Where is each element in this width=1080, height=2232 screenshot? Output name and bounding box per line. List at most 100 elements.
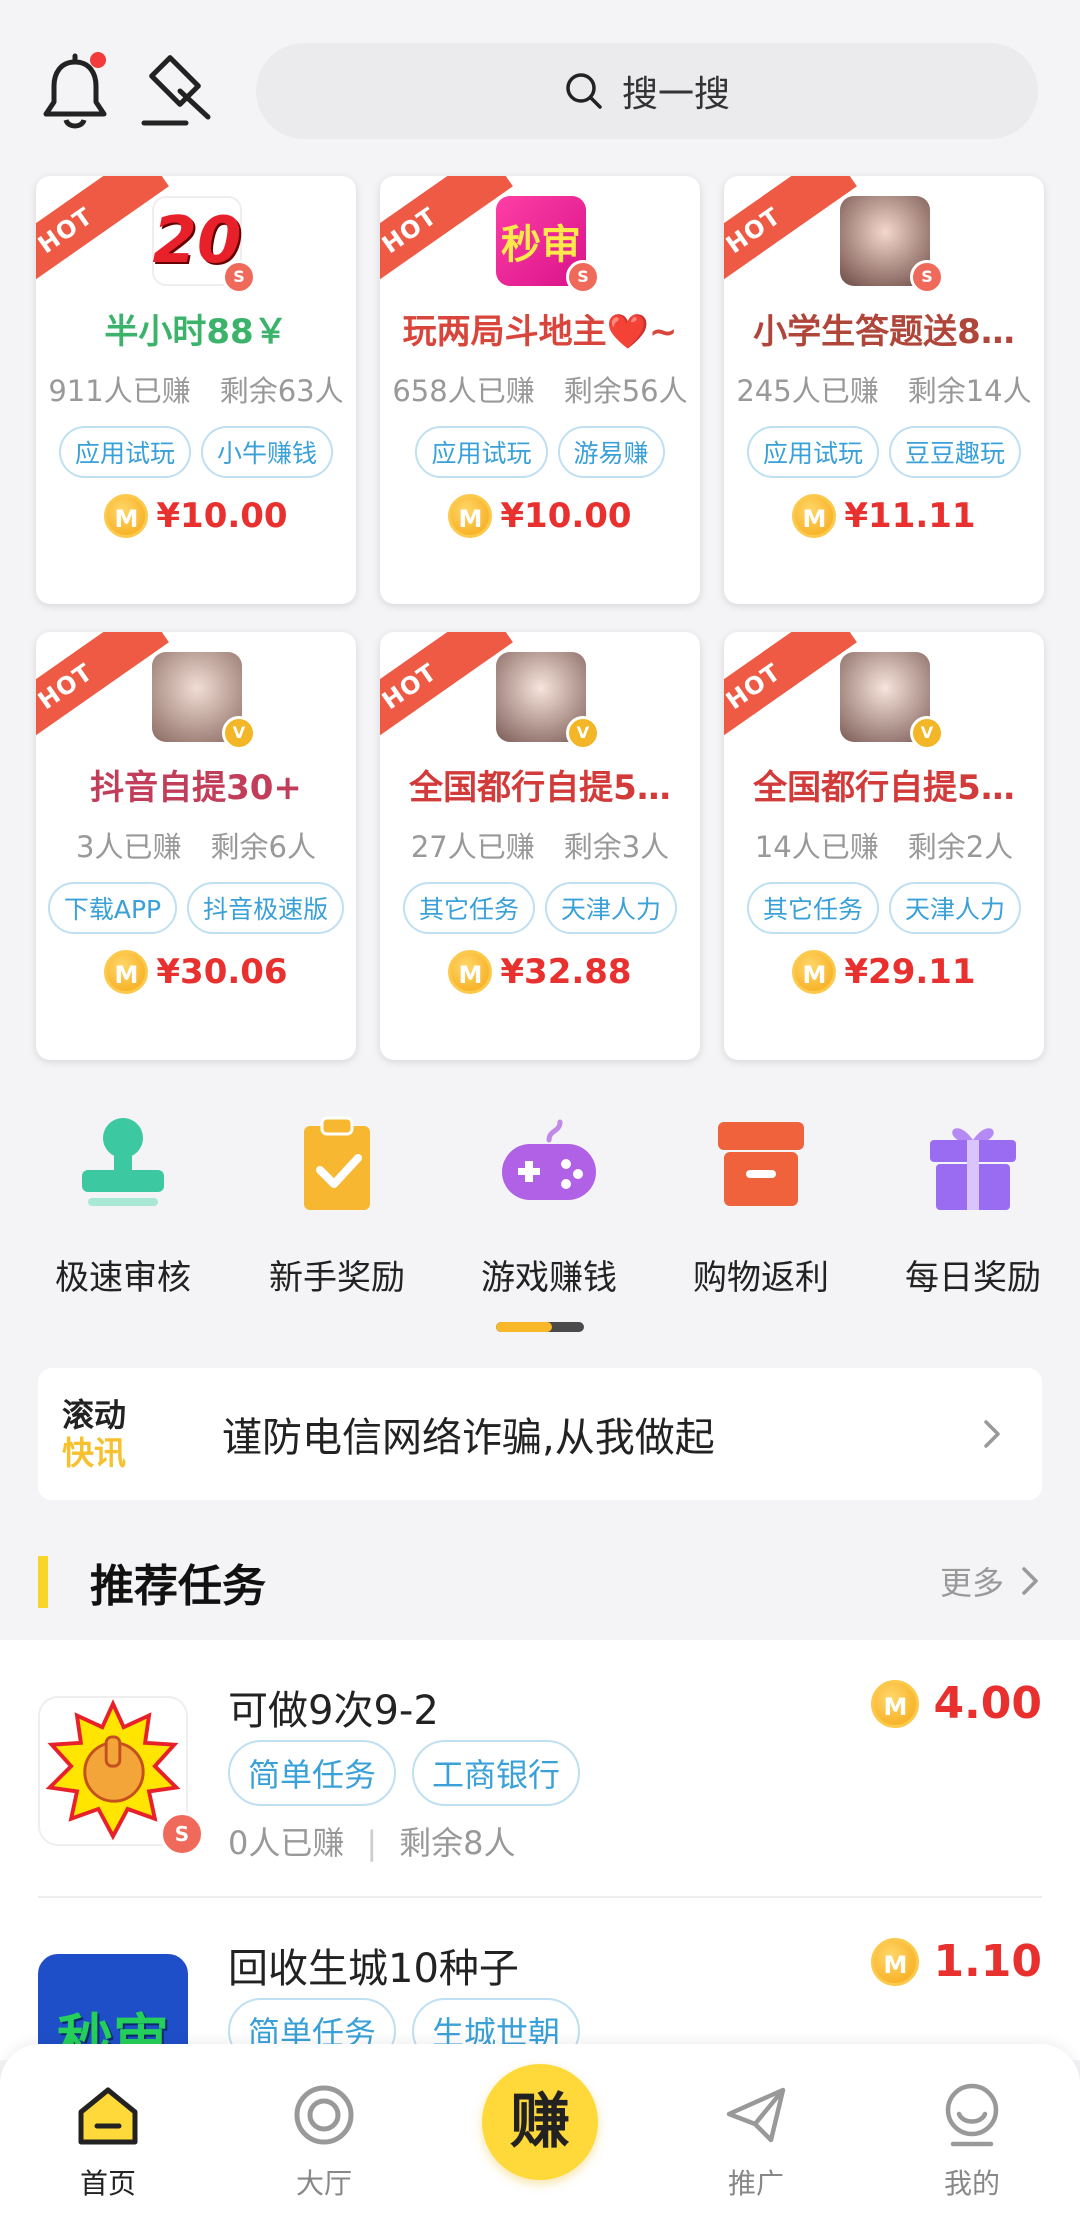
paper-plane-icon <box>726 2087 786 2143</box>
task-card[interactable]: HOT S 小学生答题送8… 245人已赚 剩余14人 应用试玩 豆豆趣玩 M … <box>724 176 1044 604</box>
gavel-icon[interactable] <box>140 55 220 130</box>
task-reward: M 4.00 <box>871 1678 1042 1729</box>
task-stats: 911人已赚 剩余63人 <box>48 374 344 408</box>
task-price: M ¥29.11 <box>724 950 1044 994</box>
category-daily-reward[interactable]: 每日奖励 <box>868 1110 1078 1299</box>
coin-icon: M <box>792 494 837 538</box>
hot-label: HOT <box>724 176 857 290</box>
task-stats: 3人已赚 剩余6人 <box>76 830 316 864</box>
nav-hall[interactable]: 大厅 <box>254 2082 394 2202</box>
hot-label: HOT <box>380 176 513 290</box>
news-ticker[interactable]: 滚动 快讯 谨防电信网络诈骗,从我做起 <box>38 1368 1042 1500</box>
verified-v-badge: V <box>222 716 256 750</box>
task-tags: 简单任务 工商银行 <box>228 1740 581 1806</box>
notification-dot <box>90 52 106 68</box>
clipboard-check-icon <box>304 1116 370 1210</box>
task-card[interactable]: HOT 秒审 S 玩两局斗地主❤️~ 658人已赚 剩余56人 应用试玩 游易赚… <box>380 176 700 604</box>
search-placeholder: 搜一搜 <box>621 74 730 115</box>
stamp-icon <box>82 1118 164 1206</box>
list-item[interactable]: S 可做9次9-2 简单任务 工商银行 0人已赚 | 剩余8人 M 4.00 <box>38 1640 1042 1898</box>
nav-mine[interactable]: 我的 <box>902 2082 1042 2202</box>
task-price: M ¥30.06 <box>36 950 356 994</box>
category-row: 极速审核 新手奖励 游戏赚钱 购物返利 每日奖励 <box>0 1110 1080 1310</box>
task-tag: 小牛赚钱 <box>201 426 334 478</box>
hot-label: HOT <box>724 632 857 746</box>
coin-icon: M <box>792 950 837 994</box>
header: 搜一搜 <box>0 0 1080 170</box>
task-title: 半小时88￥ <box>104 312 288 352</box>
task-tags: 其它任务 天津人力 <box>380 882 700 934</box>
task-stats: 27人已赚 剩余3人 <box>410 830 670 864</box>
task-tags: 应用试玩 游易赚 <box>380 426 700 478</box>
task-tags: 其它任务 天津人力 <box>724 882 1044 934</box>
chevron-right-icon <box>1022 1567 1038 1595</box>
task-tag: 简单任务 <box>228 1740 397 1806</box>
chevron-right-icon <box>984 1420 1000 1448</box>
home-icon <box>78 2087 138 2145</box>
task-tag: 应用试玩 <box>58 426 191 478</box>
nav-earn-button[interactable]: 赚 <box>482 2064 598 2180</box>
task-thumbnail: S <box>38 1696 204 1856</box>
recommend-section-header: 推荐任务 更多 <box>38 1550 1042 1612</box>
task-avatar: 秒审 S <box>496 196 600 294</box>
coin-icon: M <box>448 950 493 994</box>
coin-icon: M <box>448 494 493 538</box>
category-fast-review[interactable]: 极速审核 <box>18 1110 228 1299</box>
section-title: 推荐任务 <box>90 1561 266 1612</box>
task-tag: 应用试玩 <box>746 426 879 478</box>
task-tag: 应用试玩 <box>415 426 548 478</box>
task-meta: 0人已赚 | 剩余8人 <box>228 1824 516 1862</box>
search-icon <box>566 73 602 109</box>
task-tag: 工商银行 <box>412 1740 581 1806</box>
news-text: 谨防电信网络诈骗,从我做起 <box>222 1415 715 1461</box>
task-avatar: V <box>840 652 944 750</box>
recommend-list: S 可做9次9-2 简单任务 工商银行 0人已赚 | 剩余8人 M 4.00 秒审 … <box>0 1640 1080 2104</box>
search-bar[interactable]: 搜一搜 <box>256 43 1038 139</box>
category-game-earn[interactable]: 游戏赚钱 <box>444 1110 654 1299</box>
verified-v-badge: V <box>566 716 600 750</box>
task-avatar: V <box>152 652 256 750</box>
task-tag: 游易赚 <box>557 426 665 478</box>
task-title: 玩两局斗地主❤️~ <box>402 312 678 352</box>
box-icon <box>718 1122 804 1206</box>
task-stats: 14人已赚 剩余2人 <box>754 830 1014 864</box>
task-price: M ¥10.00 <box>380 494 700 538</box>
hot-label: HOT <box>36 176 169 290</box>
task-avatar: 20 S <box>152 196 256 294</box>
task-reward: M 1.10 <box>871 1936 1042 1987</box>
task-price: M ¥10.00 <box>36 494 356 538</box>
coin-icon: M <box>871 1937 920 1986</box>
bottom-nav: 首页 大厅 赚 推广 我的 <box>0 2044 1080 2232</box>
category-newbie-reward[interactable]: 新手奖励 <box>232 1110 442 1299</box>
gamepad-icon <box>502 1119 596 1200</box>
coin-icon: M <box>104 494 149 538</box>
verified-s-badge: S <box>160 1812 204 1856</box>
task-tag: 其它任务 <box>746 882 879 934</box>
task-tag: 天津人力 <box>545 882 678 934</box>
nav-promote[interactable]: 推广 <box>686 2082 826 2202</box>
task-stats: 658人已赚 剩余56人 <box>392 374 688 408</box>
nav-home[interactable]: 首页 <box>38 2082 178 2202</box>
task-stats: 245人已赚 剩余14人 <box>736 374 1032 408</box>
category-pager <box>496 1322 584 1332</box>
verified-v-badge: V <box>910 716 944 750</box>
task-card[interactable]: HOT V 全国都行自提5… 14人已赚 剩余2人 其它任务 天津人力 M ¥2… <box>724 632 1044 1060</box>
coin-icon: M <box>104 950 149 994</box>
task-avatar: V <box>496 652 600 750</box>
news-logo: 滚动 快讯 <box>62 1396 127 1472</box>
task-card[interactable]: HOT V 全国都行自提5… 27人已赚 剩余3人 其它任务 天津人力 M ¥3… <box>380 632 700 1060</box>
bell-icon[interactable] <box>40 52 110 132</box>
more-link[interactable]: 更多 <box>940 1558 1042 1604</box>
verified-s-badge: S <box>222 260 256 294</box>
target-icon <box>294 2085 354 2145</box>
task-card[interactable]: HOT V 抖音自提30+ 3人已赚 剩余6人 下载APP 抖音极速版 M ¥3… <box>36 632 356 1060</box>
coin-icon: M <box>871 1679 920 1728</box>
task-card[interactable]: HOT 20 S 半小时88￥ 911人已赚 剩余63人 应用试玩 小牛赚钱 M… <box>36 176 356 604</box>
task-tag: 下载APP <box>47 882 178 934</box>
task-avatar: S <box>840 196 944 294</box>
verified-s-badge: S <box>566 260 600 294</box>
task-tag: 其它任务 <box>402 882 535 934</box>
task-title: 小学生答题送8… <box>753 312 1015 352</box>
category-shopping-rebate[interactable]: 购物返利 <box>656 1110 866 1299</box>
smile-user-icon <box>945 2083 999 2147</box>
